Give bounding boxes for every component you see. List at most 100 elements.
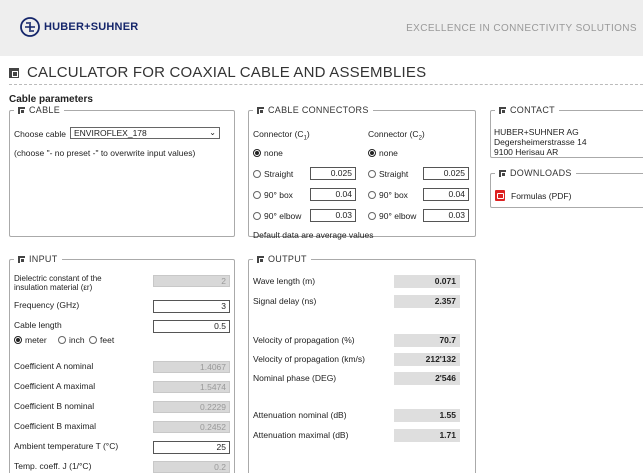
- brand-logo[interactable]: HUBER+SUHNER: [20, 17, 138, 37]
- unit-radio-inch[interactable]: inch: [58, 335, 85, 345]
- connectors-panel: CABLE CONNECTORS Connector (C1) Connecto…: [248, 105, 476, 240]
- unit-radio-feet[interactable]: feet: [89, 335, 114, 345]
- coef-b-nominal-label: Coefficient B nominal: [14, 401, 95, 411]
- downloads-legend-text: DOWNLOADS: [510, 168, 572, 178]
- temp-coef-field: 0.2: [153, 461, 230, 473]
- cable-legend-text: CABLE: [29, 105, 61, 115]
- c2-elbow-input[interactable]: 0.03: [423, 209, 469, 222]
- coef-b-maximal-label: Coefficient B maximal: [14, 421, 97, 431]
- radio-label: 90° box: [264, 190, 293, 200]
- cable-hint: (choose "- no preset -" to overwrite inp…: [14, 148, 196, 158]
- coef-b-nominal-field: 0.2229: [153, 401, 230, 413]
- page: HUBER+SUHNER EXCELLENCE IN CONNECTIVITY …: [0, 0, 643, 473]
- radio-icon: [253, 191, 261, 199]
- output-panel: OUTPUT Wave length (m) 0.071 Signal dela…: [248, 254, 476, 473]
- page-title-text: CALCULATOR FOR COAXIAL CABLE AND ASSEMBL…: [27, 64, 427, 81]
- input-legend-text: INPUT: [29, 254, 58, 264]
- radio-icon: [368, 212, 376, 220]
- temp-coef-label: Temp. coeff. J (1/°C): [14, 461, 92, 471]
- contact-legend: CONTACT: [495, 105, 559, 115]
- radio-label: none: [264, 148, 283, 158]
- c2-radio-none[interactable]: none: [368, 148, 398, 158]
- title-divider: [9, 84, 643, 85]
- c1-box-input[interactable]: 0.04: [310, 188, 356, 201]
- legend-square-icon: [257, 106, 264, 114]
- connector-c2-label: Connector (C2): [368, 129, 425, 142]
- radio-label: Straight: [379, 169, 409, 179]
- connectors-legend: CABLE CONNECTORS: [253, 105, 373, 115]
- pdf-icon: [495, 190, 505, 201]
- c1-radio-straight[interactable]: Straight: [253, 169, 293, 179]
- dielectric-field: 2: [153, 275, 230, 287]
- radio-label: none: [379, 148, 398, 158]
- cable-select[interactable]: ENVIROFLEX_178 ⌄: [70, 127, 220, 139]
- vop-percent-label: Velocity of propagation (%): [253, 335, 355, 345]
- radio-label: Straight: [264, 169, 294, 179]
- connectors-legend-text: CABLE CONNECTORS: [268, 105, 369, 115]
- legend-square-icon: [499, 106, 506, 114]
- page-title: CALCULATOR FOR COAXIAL CABLE AND ASSEMBL…: [9, 64, 426, 81]
- frequency-input[interactable]: 3: [153, 300, 230, 313]
- c2-radio-elbow[interactable]: 90° elbow: [368, 211, 416, 221]
- radio-label: meter: [25, 335, 47, 345]
- connectors-note: Default data are average values: [253, 230, 374, 240]
- cable-length-label: Cable length: [14, 320, 62, 330]
- radio-icon: [368, 170, 376, 178]
- contact-legend-text: CONTACT: [510, 105, 555, 115]
- vop-percent-output: 70.7: [394, 334, 460, 347]
- title-square-icon: [9, 67, 19, 78]
- signal-delay-label: Signal delay (ns): [253, 296, 317, 306]
- dielectric-label: Dielectric constant of the insulation ma…: [14, 274, 102, 292]
- output-legend-text: OUTPUT: [268, 254, 307, 264]
- nominal-phase-label: Nominal phase (DEG): [253, 373, 337, 383]
- contact-company: HUBER+SUHNER AG: [494, 127, 579, 137]
- c1-radio-elbow[interactable]: 90° elbow: [253, 211, 301, 221]
- c1-radio-none[interactable]: none: [253, 148, 283, 158]
- unit-radio-meter[interactable]: meter: [14, 335, 47, 345]
- formulas-pdf-link[interactable]: Formulas (PDF): [495, 190, 571, 201]
- radio-icon: [89, 336, 97, 344]
- coef-a-maximal-field: 1.5474: [153, 381, 230, 393]
- contact-street: Degersheimerstrasse 14: [494, 137, 587, 147]
- cable-length-input[interactable]: 0.5: [153, 320, 230, 333]
- cable-select-value: ENVIROFLEX_178: [74, 128, 147, 138]
- logo-mark-icon: [20, 17, 40, 37]
- legend-square-icon: [499, 169, 506, 177]
- c1-radio-box[interactable]: 90° box: [253, 190, 293, 200]
- downloads-panel: DOWNLOADS Formulas (PDF): [490, 168, 643, 208]
- radio-icon: [253, 212, 261, 220]
- downloads-legend: DOWNLOADS: [495, 168, 576, 178]
- contact-panel: CONTACT HUBER+SUHNER AG Degersheimerstra…: [490, 105, 643, 158]
- attenuation-maximal-label: Attenuation maximal (dB): [253, 430, 349, 440]
- radio-label: 90° elbow: [379, 211, 417, 221]
- c2-radio-straight[interactable]: Straight: [368, 169, 408, 179]
- c2-box-input[interactable]: 0.04: [423, 188, 469, 201]
- chevron-down-icon: ⌄: [209, 128, 216, 137]
- legend-square-icon: [257, 255, 264, 263]
- c1-straight-input[interactable]: 0.025: [310, 167, 356, 180]
- contact-city: 9100 Herisau AR: [494, 147, 559, 157]
- radio-selected-icon: [14, 336, 22, 344]
- signal-delay-output: 2.357: [394, 295, 460, 308]
- radio-label: inch: [69, 335, 85, 345]
- c2-radio-box[interactable]: 90° box: [368, 190, 408, 200]
- coef-a-maximal-label: Coefficient A maximal: [14, 381, 96, 391]
- top-bar: HUBER+SUHNER EXCELLENCE IN CONNECTIVITY …: [0, 0, 643, 56]
- cable-panel: CABLE Choose cable ENVIROFLEX_178 ⌄ (cho…: [9, 105, 235, 237]
- attenuation-nominal-output: 1.55: [394, 409, 460, 422]
- cable-legend: CABLE: [14, 105, 64, 115]
- ambient-temp-label: Ambient temperature T (°C): [14, 441, 119, 451]
- wavelength-output: 0.071: [394, 275, 460, 288]
- radio-label: feet: [100, 335, 115, 345]
- choose-cable-label: Choose cable: [14, 129, 66, 139]
- ambient-temp-input[interactable]: 25: [153, 441, 230, 454]
- coef-a-nominal-label: Coefficient A nominal: [14, 361, 94, 371]
- radio-selected-icon: [368, 149, 376, 157]
- vop-kms-output: 212'132: [394, 353, 460, 366]
- coef-b-maximal-field: 0.2452: [153, 421, 230, 433]
- c1-elbow-input[interactable]: 0.03: [310, 209, 356, 222]
- radio-icon: [368, 191, 376, 199]
- cable-parameters-heading: Cable parameters: [9, 94, 93, 105]
- logo-text: HUBER+SUHNER: [44, 21, 139, 33]
- c2-straight-input[interactable]: 0.025: [423, 167, 469, 180]
